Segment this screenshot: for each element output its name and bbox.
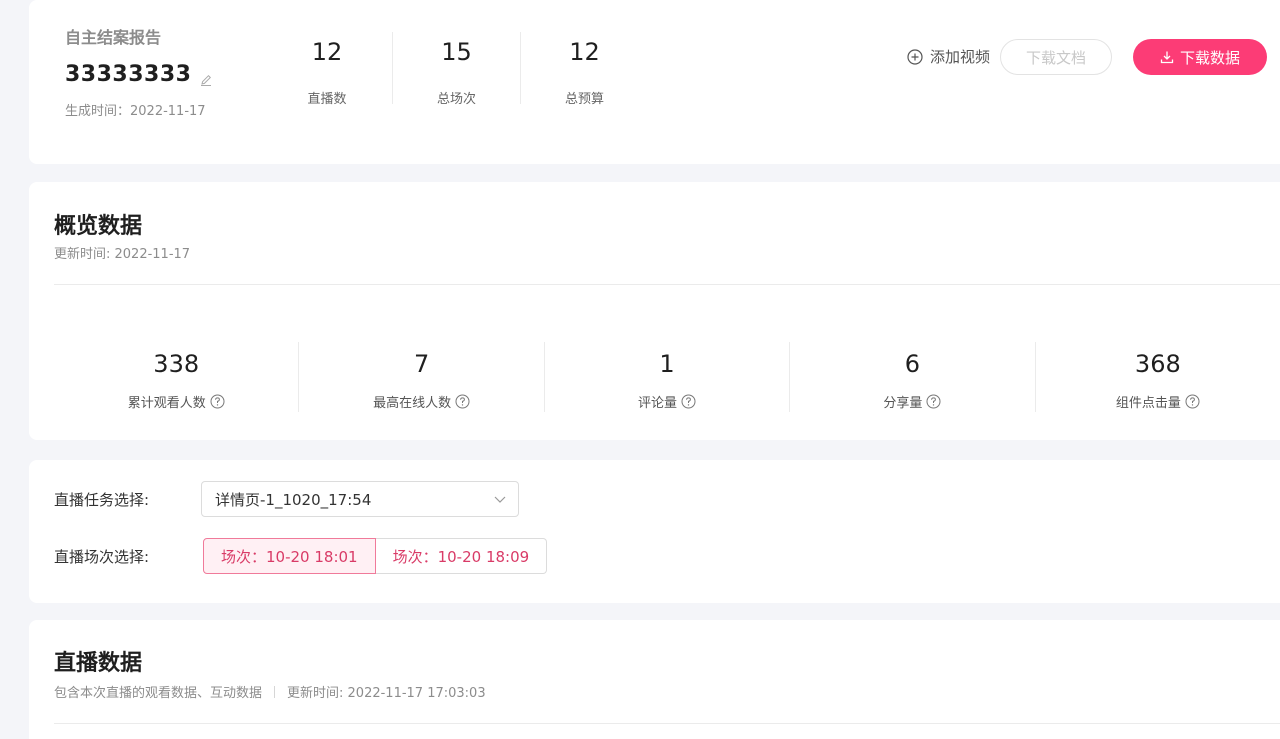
stat-live-count: 12 直播数 [263,32,391,107]
stat-value: 368 [1134,350,1181,378]
stat-value: 6 [904,350,921,378]
stat-label: 累计观看人数 [127,396,206,411]
add-video-button[interactable]: 添加视频 [907,46,990,67]
stat-label: 总场次 [436,92,476,107]
stat-label: 最高在线人数 [373,396,452,411]
help-icon[interactable] [455,394,470,409]
chevron-down-icon [494,496,506,503]
stat-value: 1 [659,350,675,378]
session-select-label: 直播场次选择: [54,548,150,566]
overview-stats: 338 累计观看人数 7 最高在线人数 1 评论量 6 分享量 368 组件点击… [54,342,1280,412]
stat-peak-online: 7 最高在线人数 [298,342,543,412]
session-option-1[interactable]: 场次：10-20 18:01 [203,538,376,574]
download-data-button[interactable]: 下载数据 [1133,39,1267,75]
generated-time: 生成时间：2022-11-17 [65,104,206,119]
divider [54,723,1280,724]
stat-total-budget: 12 总预算 [520,32,648,107]
overview-card: 概览数据 更新时间: 2022-11-17 338 累计观看人数 7 最高在线人… [29,182,1280,440]
help-icon[interactable] [210,394,225,409]
live-data-title: 直播数据 [54,651,143,676]
stat-total-viewers: 338 累计观看人数 [54,342,298,412]
stat-value: 338 [153,350,200,378]
report-type-label: 自主结案报告 [65,28,162,47]
stat-value: 15 [441,38,472,66]
stat-label: 直播数 [307,92,347,107]
stat-label: 组件点击量 [1115,396,1181,411]
stat-value: 7 [413,350,430,378]
stat-label: 分享量 [883,396,923,411]
stat-session-count: 15 总场次 [392,32,520,107]
session-option-2[interactable]: 场次：10-20 18:09 [375,538,548,574]
stat-value: 12 [311,38,343,66]
report-name: 33333333 [65,62,213,87]
overview-updated-time: 更新时间: 2022-11-17 [54,247,191,262]
selector-card: 直播任务选择: 详情页-1_1020_17:54 直播场次选择: 场次：10-2… [29,460,1280,603]
plus-circle-icon [907,48,923,65]
help-icon[interactable] [681,394,696,409]
task-select-label: 直播任务选择: [54,491,150,509]
download-icon [1160,51,1174,64]
stat-value: 12 [569,38,600,66]
live-data-subtitle: 包含本次直播的观看数据、互动数据 更新时间: 2022-11-17 17:03:… [54,682,486,701]
download-doc-button[interactable]: 下载文档 [1000,39,1112,75]
stat-widget-clicks: 368 组件点击量 [1034,342,1280,412]
divider [54,284,1280,285]
live-data-description: 包含本次直播的观看数据、互动数据 [54,686,263,701]
stat-label: 评论量 [638,396,678,411]
session-button-group: 场次：10-20 18:01 场次：10-20 18:09 [203,538,548,574]
add-video-label: 添加视频 [930,48,991,66]
divider [274,685,276,698]
help-icon[interactable] [1185,394,1200,409]
stat-comments: 1 评论量 [543,342,789,412]
download-data-label: 下载数据 [1179,48,1240,67]
edit-icon[interactable] [199,68,213,86]
overview-title: 概览数据 [54,214,143,239]
task-select-value: 详情页-1_1020_17:54 [215,490,372,509]
live-data-card: 直播数据 包含本次直播的观看数据、互动数据 更新时间: 2022-11-17 1… [29,620,1280,739]
stat-label: 总预算 [564,92,604,107]
stat-shares: 6 分享量 [789,342,1034,412]
report-name-text: 33333333 [65,62,192,87]
task-select-dropdown[interactable]: 详情页-1_1020_17:54 [201,481,519,517]
help-icon[interactable] [926,394,941,409]
report-header-card: 自主结案报告 33333333 生成时间：2022-11-17 12 直播数 1… [29,0,1280,164]
live-data-updated-time: 更新时间: 2022-11-17 17:03:03 [287,686,486,701]
